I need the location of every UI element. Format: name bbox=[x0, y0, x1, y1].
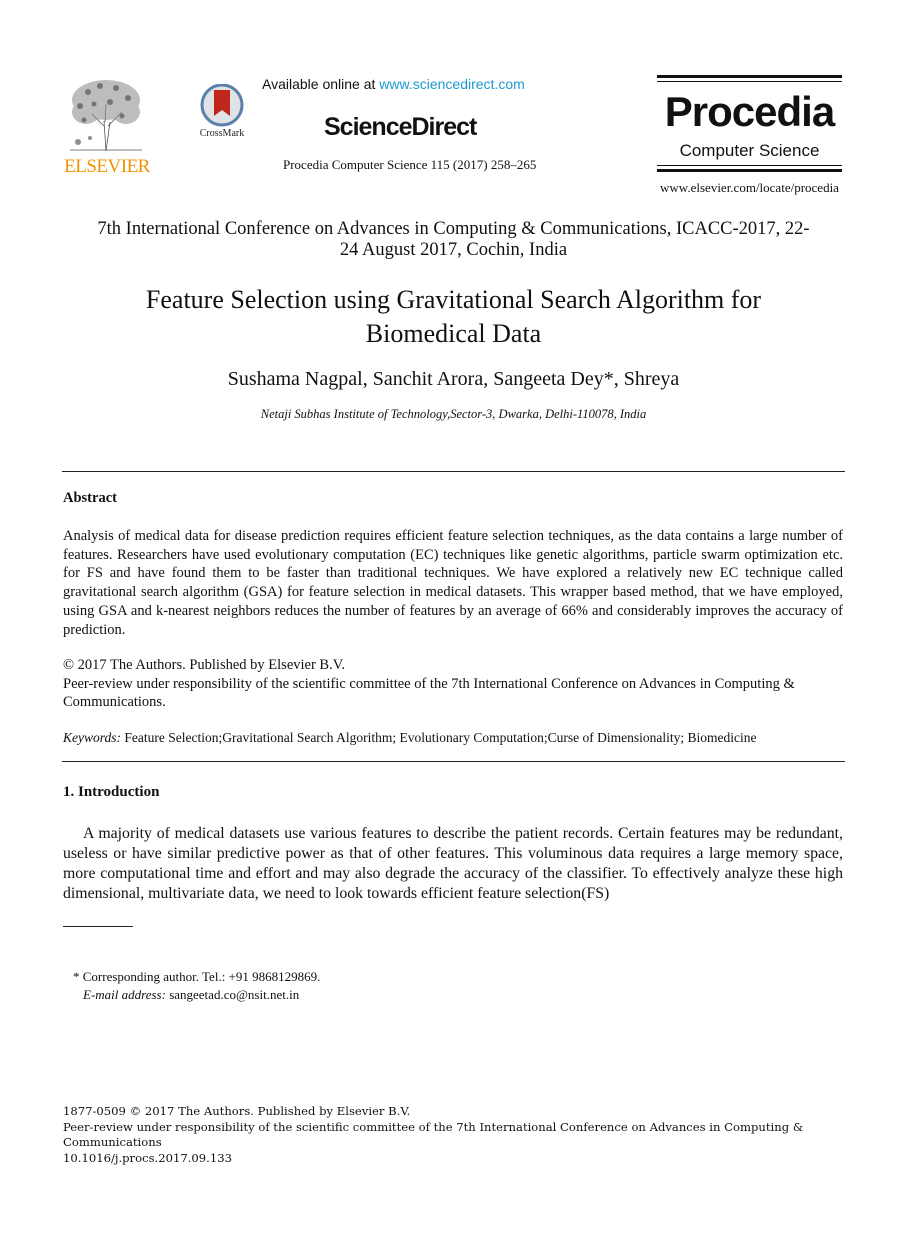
logo-rule bbox=[657, 81, 842, 83]
keywords-label: Keywords: bbox=[63, 730, 121, 745]
available-online: Available online at www.sciencedirect.co… bbox=[262, 76, 525, 92]
page-footer: 1877-0509 © 2017 The Authors. Published … bbox=[63, 1104, 843, 1166]
authors: Sushama Nagpal, Sanchit Arora, Sangeeta … bbox=[227, 368, 680, 390]
abstract-text: Analysis of medical data for disease pre… bbox=[63, 528, 843, 638]
affiliation: Netaji Subhas Institute of Technology,Se… bbox=[260, 407, 647, 421]
elsevier-logo[interactable]: ELSEVIER bbox=[62, 76, 152, 180]
issn-line: 1877-0509 © 2017 The Authors. Published … bbox=[63, 1104, 411, 1118]
procedia-title: Procedia bbox=[664, 88, 835, 135]
doi[interactable]: 10.1016/j.procs.2017.09.133 bbox=[63, 1151, 843, 1167]
procedia-subtitle: Computer Science bbox=[679, 141, 820, 160]
conference-line-1: 7th International Conference on Advances… bbox=[97, 219, 810, 239]
elsevier-wordmark: ELSEVIER bbox=[64, 156, 150, 177]
peer-review-line: Peer-review under responsibility of the … bbox=[63, 675, 795, 711]
email-label: E-mail address: bbox=[83, 987, 166, 1002]
crossmark-icon bbox=[200, 84, 244, 127]
logo-rule bbox=[657, 169, 842, 172]
conference-info: 7th International Conference on Advances… bbox=[62, 219, 845, 261]
logo-rule bbox=[657, 75, 842, 78]
introduction-heading: 1. Introduction bbox=[63, 784, 160, 800]
copyright-line: © 2017 The Authors. Published by Elsevie… bbox=[63, 657, 345, 673]
sciencedirect-link[interactable]: www.sciencedirect.com bbox=[379, 76, 525, 92]
email-line: E-mail address: sangeetad.co@nsit.net.in bbox=[73, 986, 320, 1004]
available-online-prefix: Available online at bbox=[262, 76, 380, 92]
sciencedirect-logo[interactable]: ScienceDirect bbox=[324, 113, 477, 142]
paper-title-line-1: Feature Selection using Gravitational Se… bbox=[145, 285, 762, 314]
crossmark-badge[interactable]: CrossMark bbox=[192, 84, 252, 144]
keywords-list: Feature Selection;Gravitational Search A… bbox=[124, 730, 757, 745]
divider bbox=[62, 761, 845, 763]
procedia-logo[interactable]: Procedia Computer Science bbox=[657, 75, 842, 175]
conference-line-2: 24 August 2017, Cochin, India bbox=[339, 240, 568, 260]
copyright-block: © 2017 The Authors. Published by Elsevie… bbox=[63, 656, 843, 712]
logo-rule bbox=[657, 165, 842, 167]
footnote: * Corresponding author. Tel.: +91 986812… bbox=[73, 968, 320, 1004]
keywords: Keywords: Feature Selection;Gravitationa… bbox=[63, 730, 757, 746]
journal-url[interactable]: www.elsevier.com/locate/procedia bbox=[657, 180, 842, 196]
journal-reference: Procedia Computer Science 115 (2017) 258… bbox=[283, 157, 537, 172]
introduction-text: A majority of medical datasets use vario… bbox=[63, 825, 843, 902]
paper-title: Feature Selection using Gravitational Se… bbox=[62, 283, 845, 351]
paper-title-line-2: Biomedical Data bbox=[365, 319, 542, 348]
divider bbox=[62, 471, 845, 473]
corresponding-author: * Corresponding author. Tel.: +91 986812… bbox=[73, 969, 321, 984]
footer-peer-review: Peer-review under responsibility of the … bbox=[63, 1119, 804, 1150]
email-address[interactable]: sangeetad.co@nsit.net.in bbox=[169, 987, 299, 1002]
crossmark-label: CrossMark bbox=[199, 128, 245, 139]
abstract-heading: Abstract bbox=[63, 490, 117, 506]
footnote-rule bbox=[63, 926, 133, 927]
elsevier-tree-icon bbox=[70, 80, 142, 152]
